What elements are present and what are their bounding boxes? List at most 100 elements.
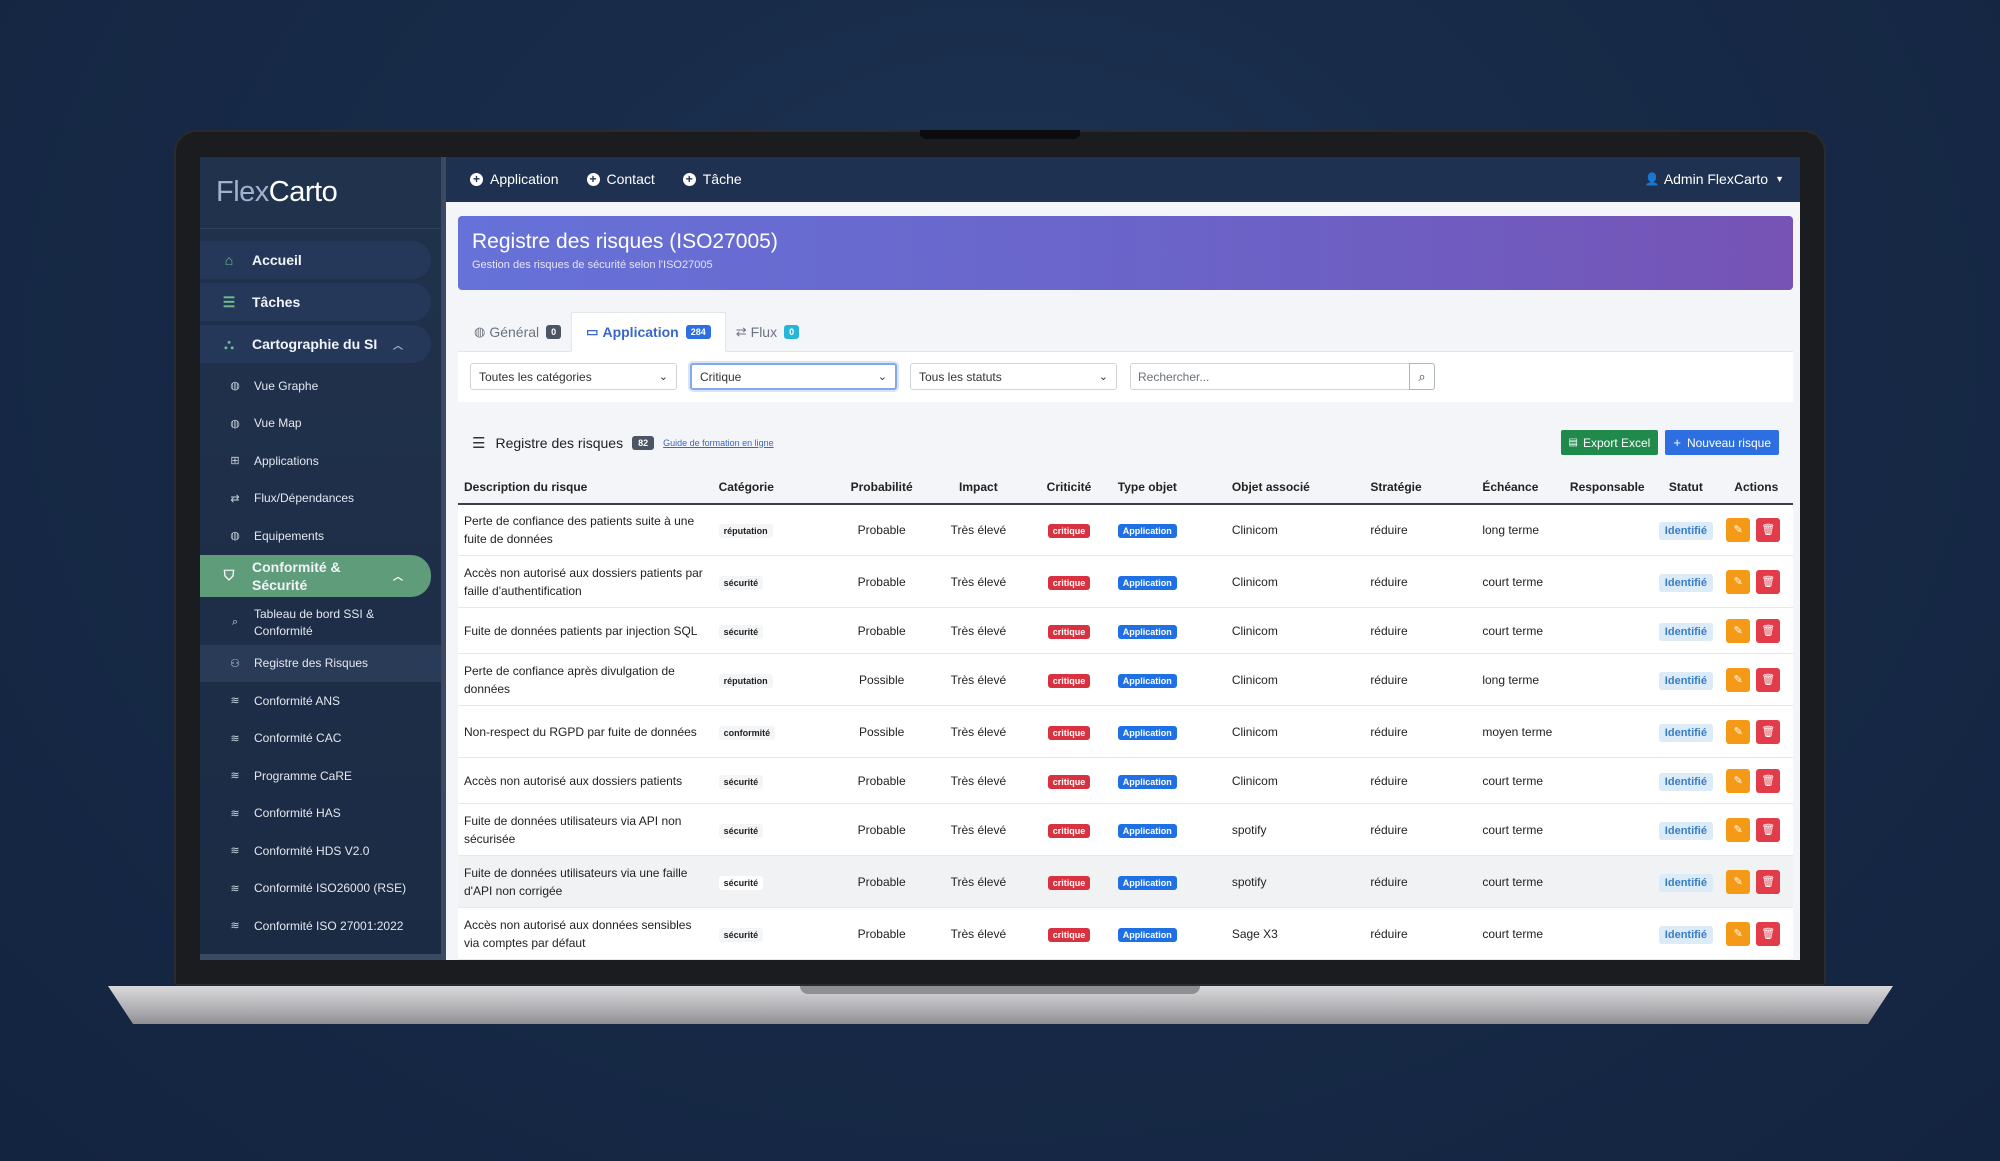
topbar-add-application[interactable]: + Application — [470, 171, 559, 187]
chevron-up-icon: ︿ — [393, 572, 403, 583]
delete-button[interactable]: 🗑 — [1756, 719, 1781, 744]
delete-button[interactable]: 🗑 — [1756, 817, 1781, 842]
delete-button[interactable]: 🗑 — [1756, 618, 1781, 643]
search-input[interactable]: Rechercher... — [1130, 363, 1409, 390]
sidebar-subitem-equipements[interactable]: ◍ Equipements — [200, 517, 441, 555]
edit-button[interactable]: ✎ — [1726, 517, 1751, 542]
category-select[interactable]: Toutes les catégories ⌄ — [470, 363, 677, 390]
export-excel-button[interactable]: ▤ Export Excel — [1560, 430, 1659, 455]
training-guide-link[interactable]: Guide de formation en ligne — [663, 438, 774, 448]
table-row[interactable]: Perte de confiance après divulgation de … — [458, 653, 1793, 706]
criticality-cell: critique — [1026, 757, 1112, 804]
tab-count-badge: 0 — [546, 324, 562, 339]
sidebar-item-label: Cartographie du SI — [252, 336, 378, 352]
actions-cell: ✎ 🗑 — [1719, 757, 1793, 804]
tab-flux[interactable]: ⇄ Flux 0 — [726, 313, 809, 351]
edit-button[interactable]: ✎ — [1726, 817, 1751, 842]
associated-object-cell: spotify — [1225, 803, 1365, 856]
topbar-add-contact[interactable]: + Contact — [586, 171, 655, 187]
column-header[interactable]: Stratégie — [1364, 471, 1477, 505]
sidebar-subitem-flux-d-pendances[interactable]: ⇄ Flux/Dépendances — [200, 480, 441, 518]
edit-button[interactable]: ✎ — [1726, 667, 1751, 692]
column-header[interactable]: Objet associé — [1225, 471, 1365, 505]
associated-object-cell: Clinicom — [1225, 503, 1365, 556]
select-value: Tous les statuts — [919, 369, 1002, 384]
edit-button[interactable]: ✎ — [1726, 569, 1751, 594]
table-row[interactable]: Fuite de données patients par injection … — [458, 607, 1793, 654]
sidebar-item-cartographie[interactable]: ⛬ Cartographie du SI ︿ — [200, 325, 431, 363]
table-row[interactable]: Accès non autorisé aux dossiers patients… — [458, 757, 1793, 804]
impact-cell: Très élevé — [930, 705, 1027, 758]
column-header[interactable]: Probabilité — [832, 471, 931, 505]
delete-button[interactable]: 🗑 — [1756, 921, 1781, 946]
column-header[interactable]: Responsable — [1563, 471, 1653, 505]
sidebar-subitem-conformit-has[interactable]: ≋ Conformité HAS — [200, 795, 441, 833]
actions-cell: ✎ 🗑 — [1719, 607, 1793, 654]
sidebar-item-accueil[interactable]: ⌂ Accueil — [200, 241, 431, 279]
delete-button[interactable]: 🗑 — [1756, 517, 1781, 542]
delete-button[interactable]: 🗑 — [1756, 569, 1781, 594]
table-row[interactable]: Accès non autorisé aux données sensibles… — [458, 907, 1793, 960]
page-banner: Registre des risques (ISO27005) Gestion … — [458, 215, 1793, 290]
sidebar-subitem-conformit-ans[interactable]: ≋ Conformité ANS — [200, 682, 441, 720]
criticality-cell: critique — [1026, 907, 1112, 960]
sidebar-subitem-vue-graphe[interactable]: ◍ Vue Graphe — [200, 367, 441, 405]
topbar-add-tache[interactable]: + Tâche — [682, 171, 742, 187]
deadline-cell: court terme — [1476, 757, 1564, 804]
tab-count-badge: 0 — [784, 324, 800, 339]
column-header[interactable]: Statut — [1652, 471, 1720, 505]
status-badge: Identifié — [1658, 622, 1713, 641]
main-area: + Application + Contact + Tâche 👤 Admin Fle… — [446, 157, 1800, 960]
object-type-cell: Application — [1111, 607, 1226, 654]
column-header[interactable]: Criticité — [1026, 471, 1112, 505]
delete-button[interactable]: 🗑 — [1756, 667, 1781, 692]
sidebar-subitem-programme-care[interactable]: ≋ Programme CaRE — [200, 757, 441, 795]
search-button[interactable]: ⌕ — [1409, 363, 1435, 390]
column-header[interactable]: Actions — [1719, 471, 1793, 505]
new-risk-button[interactable]: + Nouveau risque — [1665, 430, 1779, 455]
delete-button[interactable]: 🗑 — [1756, 869, 1781, 894]
trash-icon: 🗑 — [1761, 576, 1776, 588]
edit-button[interactable]: ✎ — [1726, 618, 1751, 643]
edit-button[interactable]: ✎ — [1726, 768, 1751, 793]
column-header[interactable]: Type objet — [1111, 471, 1226, 505]
sidebar-item-conformite-securite[interactable]: ⛉ Conformité & Sécurité ︿ — [200, 554, 431, 597]
table-row[interactable]: Non-respect du RGPD par fuite de données… — [458, 705, 1793, 758]
sidebar-subitem-conformit-iso-27001-2022[interactable]: ≋ Conformité ISO 27001:2022 — [200, 907, 441, 945]
delete-button[interactable]: 🗑 — [1756, 768, 1781, 793]
status-select[interactable]: Tous les statuts ⌄ — [910, 363, 1117, 390]
actions-cell: ✎ 🗑 — [1719, 653, 1793, 706]
search-group: Rechercher... ⌕ — [1130, 363, 1435, 390]
status-cell: Identifié — [1652, 907, 1720, 960]
column-header[interactable]: Catégorie — [712, 471, 833, 505]
risk-description: Non-respect du RGPD par fuite de données — [458, 705, 713, 758]
edit-button[interactable]: ✎ — [1726, 869, 1751, 894]
user-menu[interactable]: 👤 Admin FlexCarto ▼ — [1645, 171, 1784, 187]
table-row[interactable]: Fuite de données utilisateurs via une fa… — [458, 855, 1793, 908]
edit-button[interactable]: ✎ — [1726, 921, 1751, 946]
sidebar-subitem-registre-des-risques[interactable]: ⚇ Registre des Risques — [200, 644, 441, 682]
table-row[interactable]: Accès non autorisé aux dossiers patients… — [458, 555, 1793, 608]
sidebar-subitem-applications[interactable]: ⊞ Applications — [200, 442, 441, 480]
sidebar-subitem-tableau-de-bord[interactable]: ⌕ Tableau de bord SSI & Conformité — [200, 601, 441, 645]
tab-application[interactable]: ▭ Application 284 — [571, 311, 726, 352]
column-header[interactable]: Description du risque — [458, 471, 713, 505]
sidebar-item-taches[interactable]: ☰ Tâches — [200, 283, 431, 321]
criticality-select[interactable]: Critique ⌄ — [690, 363, 897, 390]
edit-button[interactable]: ✎ — [1726, 719, 1751, 744]
sidebar-scrollbar[interactable] — [200, 954, 441, 960]
monitor-icon: ▭ — [586, 323, 599, 339]
sidebar-subitem-conformit-cac[interactable]: ≋ Conformité CAC — [200, 720, 441, 758]
probability-cell: Probable — [832, 503, 931, 556]
owner-cell — [1563, 855, 1653, 908]
sidebar-subitem-vue-map[interactable]: ◍ Vue Map — [200, 405, 441, 443]
column-header[interactable]: Échéance — [1476, 471, 1564, 505]
column-header[interactable]: Impact — [930, 471, 1027, 505]
sidebar-subitem-conformit-hds-v2-0[interactable]: ≋ Conformité HDS V2.0 — [200, 832, 441, 870]
table-row[interactable]: Perte de confiance des patients suite à … — [458, 503, 1793, 556]
tab-general[interactable]: ◍ Général 0 — [464, 313, 571, 351]
app-logo[interactable]: Flex Carto — [200, 157, 441, 229]
edit-icon: ✎ — [1733, 876, 1743, 888]
sidebar-subitem-conformit-iso26000-rse-[interactable]: ≋ Conformité ISO26000 (RSE) — [200, 870, 441, 908]
table-row[interactable]: Fuite de données utilisateurs via API no… — [458, 803, 1793, 856]
